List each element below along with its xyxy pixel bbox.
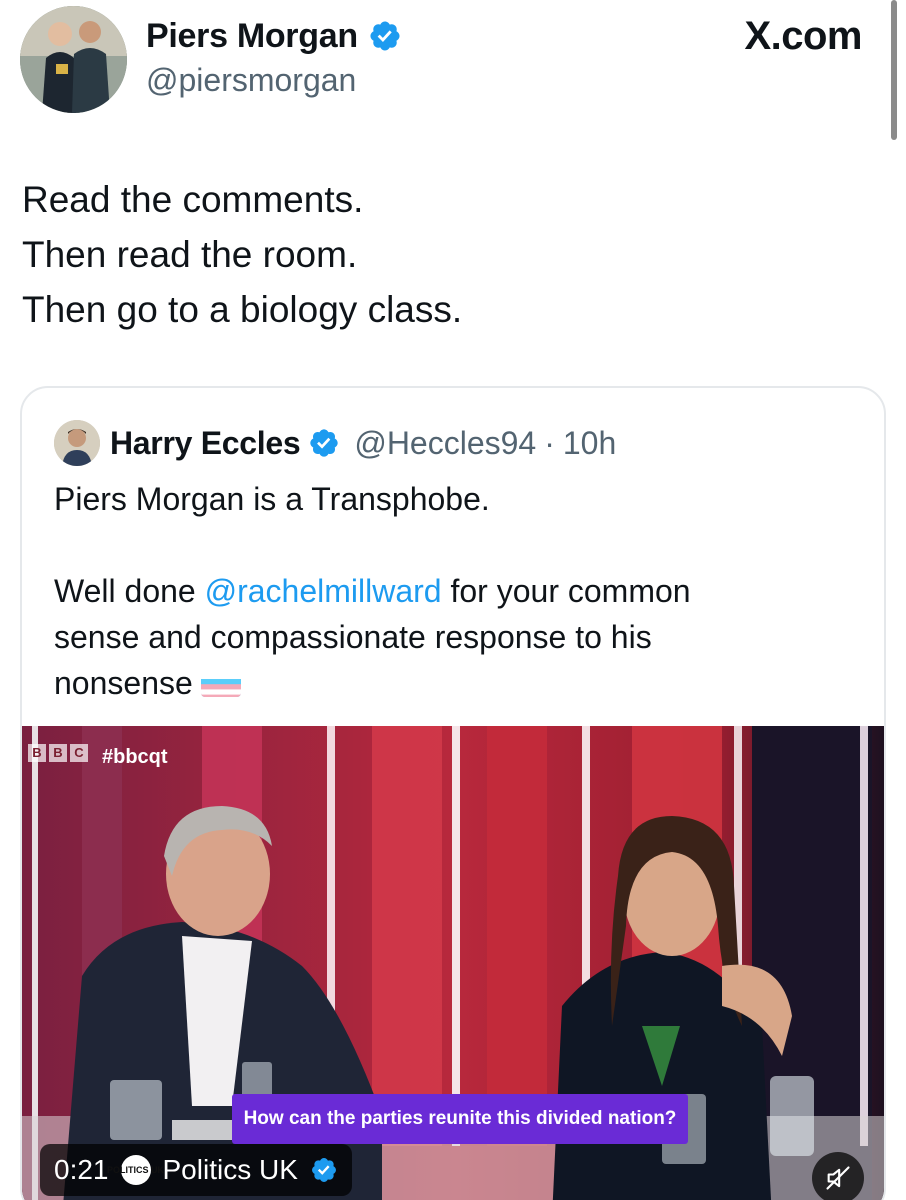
transgender-flag-icon [200,671,241,697]
video-source-name[interactable]: Politics UK [163,1154,298,1186]
bbc-logo: B B C [28,744,88,762]
verified-badge-icon [368,19,402,53]
bbc-logo-letter: C [70,744,88,762]
author-avatar[interactable] [20,6,127,113]
mute-button[interactable] [812,1152,864,1200]
video-hashtag: #bbcqt [102,746,168,768]
tweet-text: Read the comments. Then read the room. T… [22,172,882,337]
verified-badge-icon [310,1156,338,1184]
quoted-author-avatar[interactable] [54,420,100,466]
scrollbar[interactable] [891,0,897,140]
quoted-line: Piers Morgan is a Transphobe. [54,481,490,517]
author-handle[interactable]: @piersmorgan [146,62,356,99]
quoted-text-fragment: Well done [54,573,205,609]
video-player[interactable]: B B C #bbcqt How can the parties reunite… [22,726,884,1200]
quoted-timestamp[interactable]: 10h [563,425,616,462]
quoted-line: sense and compassionate response to his [54,619,652,655]
quoted-text-fragment: nonsense [54,665,193,701]
quoted-author-name[interactable]: Harry Eccles [110,425,301,462]
site-label: X.com [744,14,862,58]
separator-dot: · [544,424,555,461]
quoted-author-handle[interactable]: @Heccles94 [354,425,536,462]
quoted-header: Harry Eccles @Heccles94 · 10h [110,418,616,468]
author-name-row: Piers Morgan [146,14,402,58]
tweet-line: Then go to a biology class. [22,289,463,330]
bbc-logo-letter: B [28,744,46,762]
author-name[interactable]: Piers Morgan [146,17,358,56]
verified-badge-icon [308,427,340,459]
quoted-line: nonsense [54,660,864,706]
tweet-line: Then read the room. [22,234,358,275]
bbc-logo-letter: B [49,744,67,762]
video-duration: 0:21 [54,1154,109,1185]
quoted-text-fragment: for your common [441,573,691,609]
quoted-text: Piers Morgan is a Transphobe. Well done … [54,476,864,706]
speaker-muted-icon [826,1166,850,1190]
quoted-line: Well done @rachelmillward for your commo… [54,568,864,614]
tweet-line: Read the comments. [22,179,364,220]
politics-uk-logo: POLITICS UK [107,1155,164,1185]
mention-link[interactable]: @rachelmillward [205,573,442,609]
quoted-tweet-card[interactable]: Harry Eccles @Heccles94 · 10h Piers Morg… [20,386,886,1200]
video-caption: How can the parties reunite this divided… [232,1094,688,1144]
video-duration-badge: 0:21 POLITICS UK Politics UK [40,1144,352,1196]
